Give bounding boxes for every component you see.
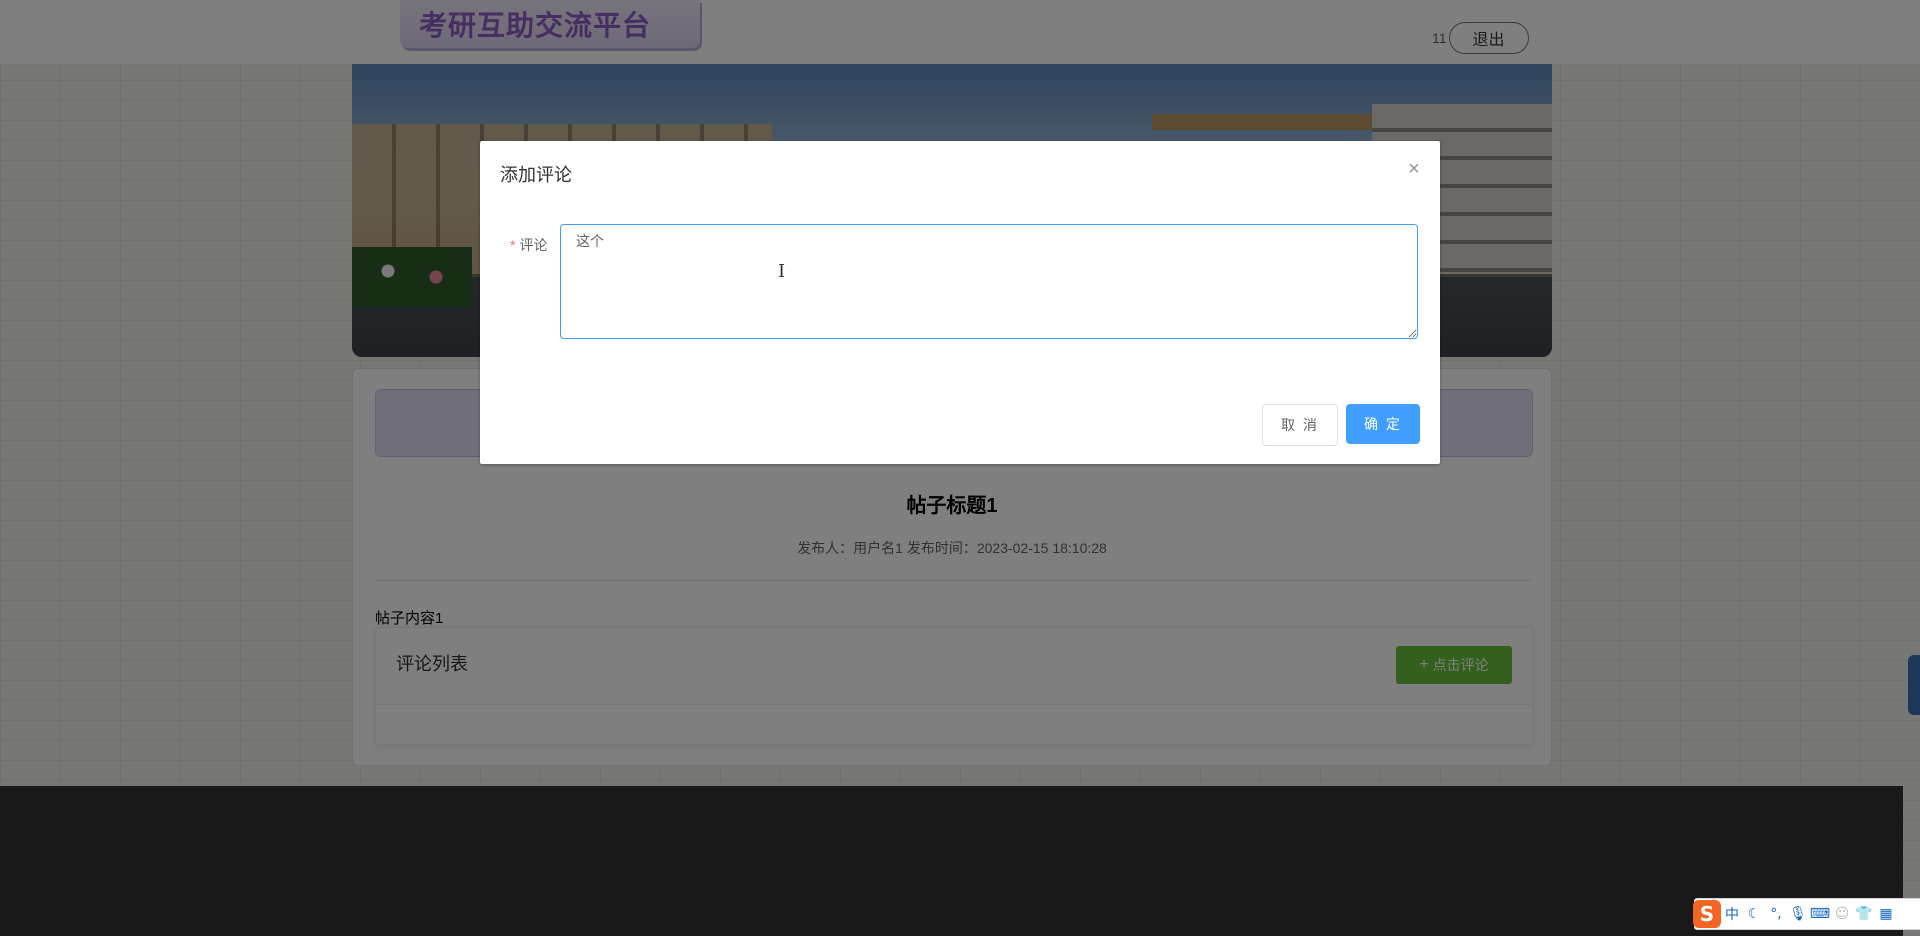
ime-toolbar: S 中 ☾ °, 🎙 ⌨ ☺ 👕 ▦ bbox=[1693, 898, 1920, 930]
moon-icon[interactable]: ☾ bbox=[1743, 903, 1765, 925]
dialog-title: 添加评论 bbox=[500, 165, 572, 185]
confirm-button[interactable]: 确 定 bbox=[1346, 404, 1420, 444]
ime-logo-icon[interactable]: S bbox=[1693, 900, 1721, 928]
shirt-icon[interactable]: 👕 bbox=[1853, 903, 1875, 925]
ime-mode-toggle[interactable]: 中 bbox=[1721, 903, 1743, 925]
grid-icon[interactable]: ▦ bbox=[1875, 903, 1897, 925]
punctuation-icon[interactable]: °, bbox=[1765, 903, 1787, 925]
comment-field-label: * 评论 bbox=[510, 235, 547, 255]
keyboard-icon[interactable]: ⌨ bbox=[1809, 903, 1831, 925]
close-icon[interactable]: × bbox=[1404, 159, 1424, 179]
comment-label-text: 评论 bbox=[519, 237, 548, 253]
microphone-icon[interactable]: 🎙 bbox=[1787, 903, 1809, 925]
text-cursor-icon: I bbox=[778, 261, 786, 282]
comment-textarea[interactable] bbox=[560, 224, 1418, 339]
add-comment-dialog: 添加评论 × *评论 I 取 消 确 定 bbox=[480, 141, 1440, 464]
user-icon[interactable]: ☺ bbox=[1831, 903, 1853, 925]
required-mark: * bbox=[510, 237, 516, 253]
cancel-button[interactable]: 取 消 bbox=[1262, 404, 1338, 446]
